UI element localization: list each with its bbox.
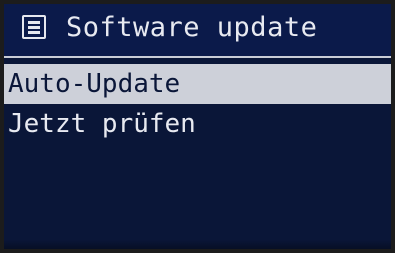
device-bezel: Software update Auto-Update Jetzt prüfen	[0, 0, 395, 253]
screen-header: Software update	[4, 4, 391, 58]
menu-item-auto-update[interactable]: Auto-Update	[4, 64, 391, 104]
display-screen: Software update Auto-Update Jetzt prüfen	[4, 4, 391, 249]
menu-item-check-now[interactable]: Jetzt prüfen	[4, 104, 391, 144]
menu-list-icon	[22, 15, 46, 39]
menu-list: Auto-Update Jetzt prüfen	[4, 64, 391, 144]
page-title: Software update	[66, 12, 318, 43]
screen-bottom-shadow	[4, 239, 391, 249]
